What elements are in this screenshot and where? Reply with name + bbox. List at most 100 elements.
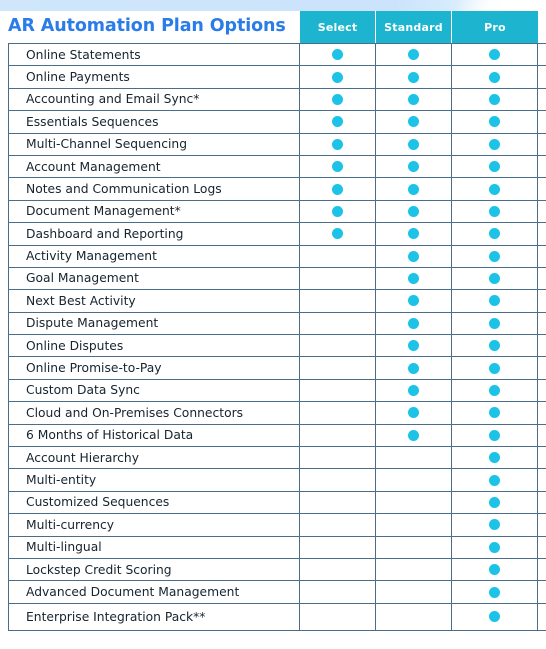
top-band-taper: [436, 0, 546, 11]
plan-cell-standard: [376, 536, 452, 558]
filled-circle-icon: [408, 161, 419, 173]
filled-circle-icon: [489, 205, 500, 217]
feature-name-cell: Notes and Communication Logs: [8, 178, 300, 200]
plan-cell-select: [300, 223, 376, 245]
feature-label: Accounting and Email Sync*: [26, 92, 200, 107]
plan-cell-pro: [452, 66, 538, 88]
feature-name-cell: Activity Management: [8, 245, 300, 267]
plan-cell-pro: [452, 290, 538, 312]
plan-cell-select: [300, 111, 376, 133]
feature-label: Online Statements: [26, 47, 141, 62]
plan-cell-standard: [376, 514, 452, 536]
filled-circle-icon: [408, 317, 419, 329]
table-row: Online Disputes: [8, 335, 546, 358]
filled-circle-icon: [489, 93, 500, 105]
plan-cell-standard: [376, 267, 452, 290]
plan-cell-standard: [376, 558, 452, 581]
feature-label: Custom Data Sync: [26, 383, 140, 398]
feature-name-cell: Lockstep Credit Scoring: [8, 558, 300, 581]
plan-cell-pro: [452, 379, 538, 402]
plan-cell-pro: [452, 200, 538, 223]
plan-cell-standard: [376, 581, 452, 603]
plan-cell-standard: [376, 133, 452, 155]
feature-name-cell: Multi-lingual: [8, 536, 300, 558]
plan-cell-standard: [376, 200, 452, 223]
table-row: Custom Data Sync: [8, 379, 546, 403]
plan-cell-pro: [452, 245, 538, 267]
filled-circle-icon: [408, 385, 419, 397]
plan-cell-select: [300, 558, 376, 581]
filled-circle-icon: [408, 273, 419, 285]
plan-cell-pro: [452, 447, 538, 469]
plan-cell-pro: [452, 88, 538, 111]
table-row: Account Management: [8, 155, 546, 179]
table-row: Online Promise-to-Pay: [8, 357, 546, 380]
plan-cell-pro: [452, 357, 538, 379]
filled-circle-icon: [332, 205, 343, 217]
filled-circle-icon: [489, 497, 500, 508]
table-row: 6 Months of Historical Data: [8, 424, 546, 448]
plan-cell-pro: [452, 44, 538, 66]
feature-comparison-table: Online Statements Online Payments Accounti…: [8, 43, 546, 631]
feature-label: Essentials Sequences: [26, 114, 159, 129]
filled-circle-icon: [408, 183, 419, 195]
plan-cell-select: [300, 178, 376, 200]
feature-name-cell: Online Promise-to-Pay: [8, 357, 300, 379]
plan-cell-select: [300, 424, 376, 447]
filled-circle-icon: [408, 295, 419, 307]
table-header: AR Automation Plan Options Select Standa…: [0, 11, 546, 43]
filled-circle-icon: [408, 228, 419, 240]
table-row: Dispute Management: [8, 312, 546, 336]
table-row: Next Best Activity: [8, 290, 546, 313]
feature-label: Multi-Channel Sequencing: [26, 137, 187, 152]
feature-label: Dispute Management: [26, 316, 159, 331]
table-row: Online Payments: [8, 66, 546, 89]
filled-circle-icon: [489, 183, 500, 195]
filled-circle-icon: [489, 250, 500, 262]
plan-cell-select: [300, 402, 376, 424]
plan-cell-standard: [376, 245, 452, 267]
feature-label: Cloud and On-Premises Connectors: [26, 405, 244, 420]
feature-label: Next Best Activity: [26, 293, 136, 308]
table-row: Notes and Communication Logs: [8, 178, 546, 201]
feature-name-cell: Goal Management: [8, 267, 300, 290]
plan-cell-standard: [376, 312, 452, 335]
feature-label: Online Disputes: [26, 338, 124, 353]
feature-label: Goal Management: [26, 271, 139, 286]
feature-name-cell: 6 Months of Historical Data: [8, 424, 300, 447]
plan-cell-select: [300, 155, 376, 178]
filled-circle-icon: [489, 161, 500, 173]
plan-cell-pro: [452, 178, 538, 200]
plan-cell-pro: [452, 491, 538, 514]
filled-circle-icon: [408, 116, 419, 128]
plan-cell-pro: [452, 603, 538, 630]
plan-cell-select: [300, 133, 376, 155]
table-row: Essentials Sequences: [8, 111, 546, 134]
feature-label: Advanced Document Management: [26, 584, 240, 599]
table-row: Enterprise Integration Pack**: [8, 603, 546, 631]
table-row: Accounting and Email Sync*: [8, 88, 546, 112]
filled-circle-icon: [489, 138, 500, 150]
filled-circle-icon: [408, 362, 419, 374]
filled-circle-icon: [489, 116, 500, 128]
plan-cell-pro: [452, 514, 538, 536]
feature-label: Lockstep Credit Scoring: [26, 562, 172, 577]
feature-name-cell: Multi-Channel Sequencing: [8, 133, 300, 155]
plan-cell-standard: [376, 491, 452, 514]
feature-name-cell: Account Hierarchy: [8, 447, 300, 469]
filled-circle-icon: [408, 93, 419, 105]
filled-circle-icon: [332, 71, 343, 83]
filled-circle-icon: [489, 429, 500, 441]
plan-cell-pro: [452, 312, 538, 335]
plan-comparison-page: AR Automation Plan Options Select Standa…: [0, 11, 546, 649]
filled-circle-icon: [332, 116, 343, 128]
plan-cell-standard: [376, 66, 452, 88]
plan-cell-select: [300, 536, 376, 558]
plan-cell-select: [300, 514, 376, 536]
plan-cell-select: [300, 469, 376, 491]
table-row: Activity Management: [8, 245, 546, 268]
plan-cell-select: [300, 379, 376, 402]
plan-cell-select: [300, 267, 376, 290]
filled-circle-icon: [489, 49, 500, 61]
feature-label: Customized Sequences: [26, 495, 170, 510]
